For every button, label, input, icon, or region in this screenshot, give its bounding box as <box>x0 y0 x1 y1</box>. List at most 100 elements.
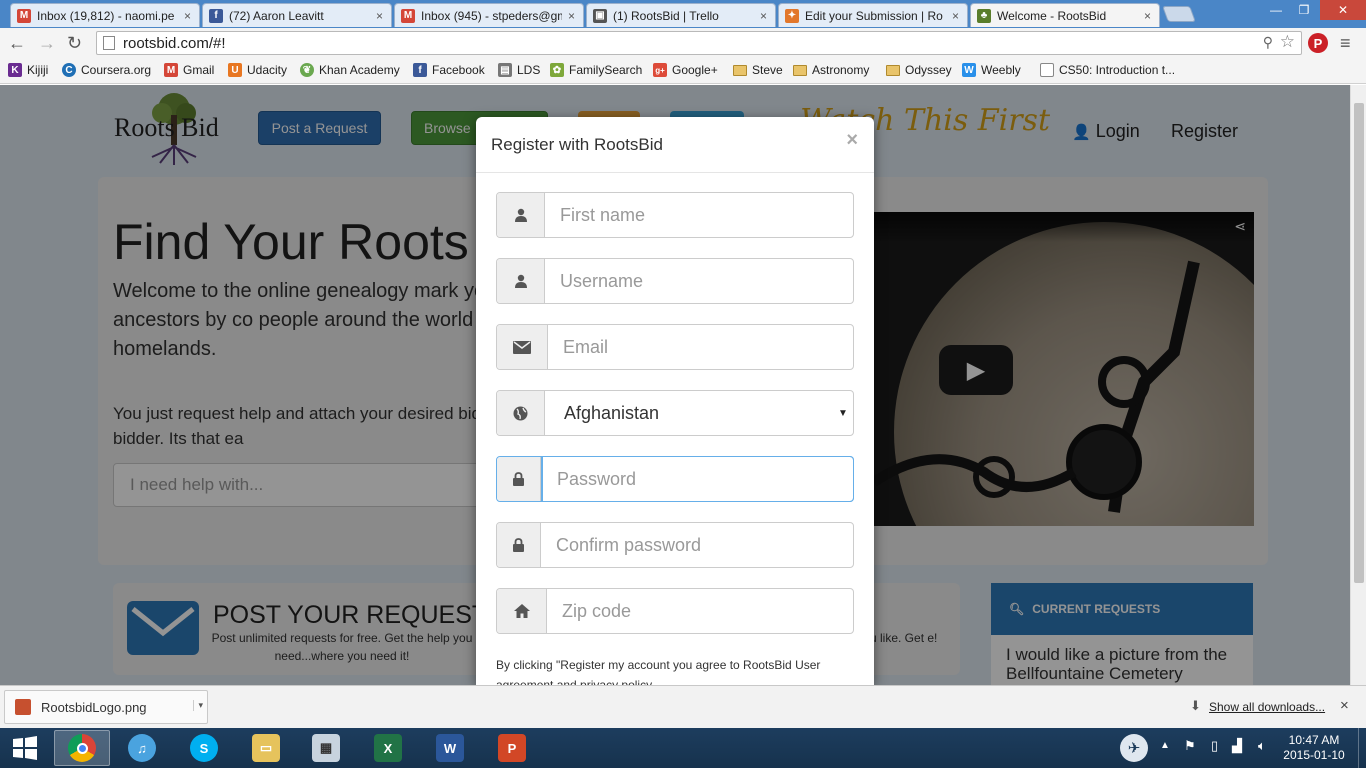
country-value: Afghanistan <box>564 402 660 423</box>
tab-label: (1) RootsBid | Trello <box>613 8 719 23</box>
browser-tab[interactable]: M Inbox (945) - stpeders@gm × <box>394 3 584 27</box>
chrome-icon <box>68 734 96 762</box>
username-input[interactable]: Username <box>545 259 853 303</box>
bookmark-label: LDS <box>517 63 541 77</box>
show-hidden-icons-icon[interactable]: ▲ <box>1160 740 1170 751</box>
facebook-icon: f <box>413 63 427 77</box>
taskbar-powerpoint[interactable]: P <box>484 730 540 766</box>
tab-label: Inbox (945) - stpeders@gm <box>421 8 562 23</box>
bookmark-item[interactable]: ✿ FamilySearch <box>550 63 642 77</box>
password-input[interactable]: Password <box>541 456 854 502</box>
password-field[interactable]: Password <box>496 456 854 502</box>
username-field[interactable]: Username <box>496 258 854 304</box>
bookmark-label: Coursera.org <box>81 63 152 77</box>
download-menu-caret-icon[interactable]: ▾ <box>193 700 203 711</box>
coursera-icon: C <box>62 63 76 77</box>
reload-icon[interactable]: ↻ <box>67 33 82 54</box>
skype-icon: S <box>190 734 218 762</box>
bookmark-label: CS50: Introduction t... <box>1059 63 1176 77</box>
wifi-signal-icon[interactable]: ▟ <box>1232 738 1242 754</box>
taskbar-skype[interactable]: S <box>176 730 232 766</box>
menu-icon[interactable]: ≡ <box>1340 33 1351 54</box>
confirm-password-input[interactable]: Confirm password <box>541 523 853 567</box>
tab-close-icon[interactable]: × <box>376 9 383 23</box>
bookmark-folder[interactable]: Steve <box>733 63 783 77</box>
bookmark-label: Google+ <box>672 63 718 77</box>
bookmark-item[interactable]: g+ Google+ <box>653 63 718 77</box>
lock-icon <box>497 523 541 567</box>
bookmark-label: Steve <box>752 63 783 77</box>
taskbar-calculator[interactable]: ▦ <box>298 730 354 766</box>
gmail-icon: M <box>164 63 178 77</box>
email-field[interactable]: Email <box>496 324 854 370</box>
bookmark-item[interactable]: C Coursera.org <box>62 63 151 77</box>
country-select[interactable]: Afghanistan ▼ <box>496 390 854 436</box>
browser-tab[interactable]: ▣ (1) RootsBid | Trello × <box>586 3 776 27</box>
bookmark-item[interactable]: CS50: Introduction t... <box>1040 63 1175 77</box>
show-all-downloads-link[interactable]: Show all downloads... <box>1209 700 1325 714</box>
network-globe-icon[interactable]: ✈ <box>1120 734 1148 762</box>
minimize-icon[interactable]: — <box>1262 0 1290 20</box>
new-tab-button[interactable] <box>1162 6 1196 22</box>
tab-close-icon[interactable]: × <box>184 9 191 23</box>
maximize-icon[interactable]: ❐ <box>1290 0 1318 20</box>
user-icon <box>497 193 545 237</box>
start-button[interactable] <box>0 730 50 766</box>
taskbar-itunes[interactable]: ♫ <box>114 730 170 766</box>
calculator-icon: ▦ <box>312 734 340 762</box>
back-icon[interactable]: ← <box>8 33 26 54</box>
show-desktop-button[interactable] <box>1358 728 1366 768</box>
download-bar-close-icon[interactable]: × <box>1340 697 1349 714</box>
windows-taskbar: ♫ S ▭ ▦ X W P ✈ ▲ ⚑ ▯ ▟ 🔈︎ 10:47 AM 2015… <box>0 728 1366 768</box>
dropdown-caret-icon: ▼ <box>838 407 848 419</box>
volume-icon[interactable]: 🔈︎ <box>1258 738 1266 754</box>
bookmark-star-icon[interactable]: ☆ <box>1280 32 1295 52</box>
bookmark-folder[interactable]: Astronomy <box>793 63 869 77</box>
lock-icon <box>497 457 541 501</box>
bookmark-folder[interactable]: Odyssey <box>886 63 952 77</box>
browser-tab-active[interactable]: ♣ Welcome - RootsBid × <box>970 3 1160 27</box>
browser-tab[interactable]: f (72) Aaron Leavitt × <box>202 3 392 27</box>
first-name-input[interactable]: First name <box>545 193 853 237</box>
bookmark-label: Udacity <box>247 63 288 77</box>
file-explorer-icon: ▭ <box>252 734 280 762</box>
action-center-flag-icon[interactable]: ⚑ <box>1184 738 1196 754</box>
taskbar-word[interactable]: W <box>422 730 478 766</box>
modal-header: Register with RootsBid × <box>476 117 874 173</box>
download-item[interactable]: RootsbidLogo.png ▾ <box>4 690 208 724</box>
bookmark-item[interactable]: f Facebook <box>413 63 485 77</box>
bookmark-item[interactable]: M Gmail <box>164 63 214 77</box>
taskbar-explorer[interactable]: ▭ <box>238 730 294 766</box>
bookmark-item[interactable]: K Kijiji <box>8 63 48 77</box>
bookmark-label: Gmail <box>183 63 215 77</box>
address-bar[interactable]: rootsbid.com/#! ⚲ ☆ <box>96 31 1302 55</box>
email-input[interactable]: Email <box>548 325 853 369</box>
page-scrollbar[interactable] <box>1350 85 1366 685</box>
bookmark-item[interactable]: ❦ Khan Academy <box>300 63 400 77</box>
tab-close-icon[interactable]: × <box>760 9 767 23</box>
pinterest-icon[interactable]: P <box>1308 33 1328 53</box>
tab-close-icon[interactable]: × <box>568 9 575 23</box>
modal-close-icon[interactable]: × <box>846 129 858 152</box>
browser-tab[interactable]: M Inbox (19,812) - naomi.pe × <box>10 3 200 27</box>
word-icon: W <box>436 734 464 762</box>
battery-icon[interactable]: ▯ <box>1211 738 1218 754</box>
browser-tab[interactable]: ✦ Edit your Submission | Ro × <box>778 3 968 27</box>
tab-close-icon[interactable]: × <box>952 9 959 23</box>
scrollbar-thumb[interactable] <box>1354 103 1364 583</box>
first-name-field[interactable]: First name <box>496 192 854 238</box>
zip-code-field[interactable]: Zip code <box>496 588 854 634</box>
confirm-password-field[interactable]: Confirm password <box>496 522 854 568</box>
bookmark-item[interactable]: W Weebly <box>962 63 1021 77</box>
taskbar-chrome[interactable] <box>54 730 110 766</box>
zip-code-input[interactable]: Zip code <box>547 589 853 633</box>
tab-close-icon[interactable]: × <box>1144 9 1151 23</box>
download-filename: RootsbidLogo.png <box>41 699 147 715</box>
system-clock[interactable]: 10:47 AM 2015-01-10 <box>1278 733 1350 763</box>
bookmark-item[interactable]: ▤ LDS <box>498 63 540 77</box>
extension-icon[interactable]: ⚲ <box>1263 34 1273 51</box>
taskbar-excel[interactable]: X <box>360 730 416 766</box>
window-close-icon[interactable]: ✕ <box>1320 0 1366 20</box>
bookmark-item[interactable]: U Udacity <box>228 63 287 77</box>
forward-icon[interactable]: → <box>38 33 56 54</box>
